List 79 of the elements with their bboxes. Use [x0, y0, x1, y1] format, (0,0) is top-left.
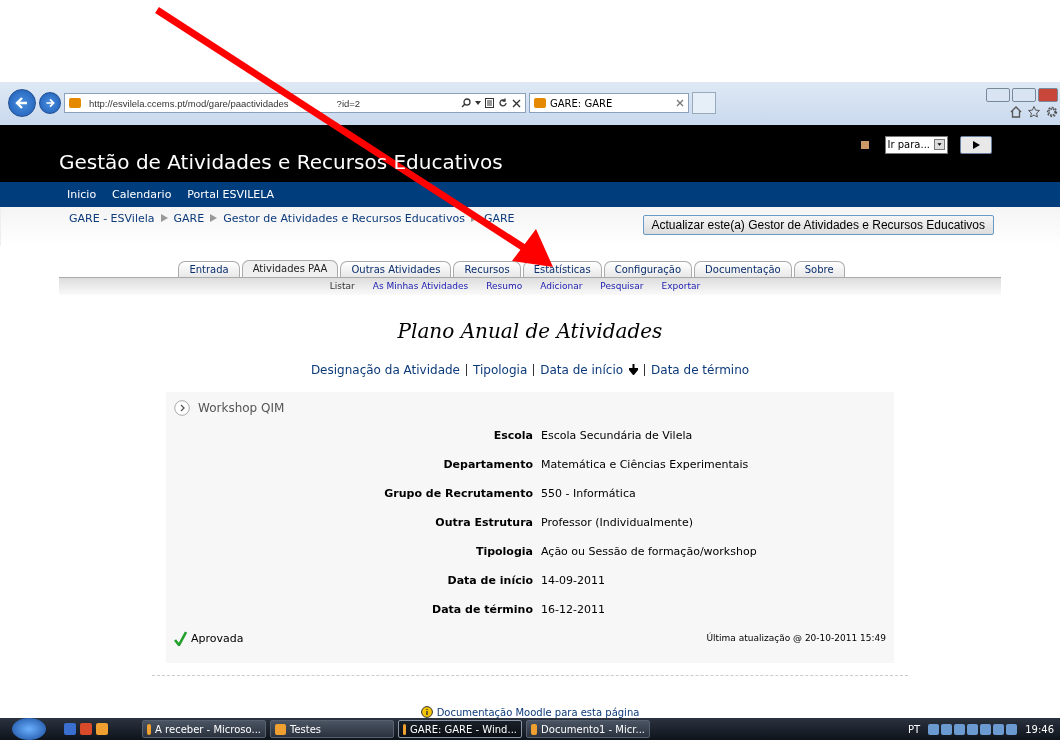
nav-link[interactable]: Calendario — [112, 187, 172, 201]
field-label: Data de início — [446, 572, 533, 588]
sort-link[interactable]: Designação da Atividade — [310, 362, 460, 377]
documentation-link[interactable]: Documentação Moodle para esta página — [436, 706, 640, 718]
forward-button[interactable] — [39, 92, 61, 115]
jump-select[interactable]: Ir para... — [884, 135, 948, 154]
sort-link[interactable]: Tipologia — [473, 362, 528, 377]
breadcrumb-link[interactable]: GARE - ESVilela — [69, 211, 155, 225]
last-updated-text: Última atualização @ 20-10-2011 15:49 — [706, 633, 886, 643]
clock[interactable]: 19:46 — [1025, 723, 1054, 735]
subtab-link[interactable]: Adicionar — [540, 281, 583, 292]
taskbar-button[interactable]: A receber - Microso... — [142, 720, 266, 738]
back-button[interactable] — [8, 89, 36, 118]
language-indicator[interactable]: PT — [908, 723, 921, 735]
field-label: Outra Estrutura — [434, 514, 533, 530]
right-arrow-icon — [45, 98, 55, 109]
field-value: Ação ou Sessão de formação/workshop — [541, 543, 758, 559]
quick-launch-icon[interactable] — [96, 723, 108, 735]
site-title: Gestão de Atividades e Recursos Educativos — [59, 149, 503, 176]
star-icon[interactable] — [1028, 106, 1040, 119]
home-icon[interactable] — [1010, 106, 1022, 119]
page-icon[interactable] — [485, 98, 494, 109]
taskbar-button[interactable]: GARE: GARE - Wind... — [398, 720, 522, 738]
refresh-icon[interactable] — [498, 98, 508, 109]
dropdown-caret-icon[interactable] — [475, 101, 481, 106]
breadcrumb-separator-icon — [160, 214, 168, 223]
rss-icon[interactable] — [860, 140, 869, 149]
subtab-link[interactable]: Exportar — [661, 281, 701, 292]
nav-link[interactable]: Portal ESVILELA — [187, 187, 275, 201]
field-value: Escola Secundária de Vilela — [541, 427, 694, 443]
play-icon — [972, 140, 980, 149]
browser-tab[interactable]: GARE: GARE — [529, 93, 689, 114]
site-logo-icon — [69, 98, 81, 109]
dropdown-caret-icon[interactable] — [934, 139, 945, 151]
info-icon — [420, 706, 433, 718]
field-label: Escola — [492, 427, 533, 443]
breadcrumb-link[interactable]: Gestor de Atividades e Recursos Educativos — [223, 211, 465, 225]
tab[interactable]: Configuração — [603, 260, 693, 277]
expand-chevron-icon[interactable] — [174, 399, 190, 416]
field-value: Matemática e Ciências Experimentais — [541, 456, 750, 472]
search-icon[interactable] — [461, 98, 471, 109]
start-button[interactable] — [12, 718, 46, 740]
update-button[interactable]: Actualizar este(a) Gestor de Atividades e Recursos Educativos — [642, 214, 994, 235]
nav-link[interactable]: Inicio — [67, 187, 97, 201]
window-controls-icon[interactable] — [986, 88, 1058, 103]
subtab-link[interactable]: As Minhas Atividades — [372, 281, 469, 292]
left-arrow-icon — [15, 96, 29, 111]
field-label: Tipologia — [474, 543, 533, 559]
subtab-link[interactable]: Listar — [329, 281, 355, 292]
site-logo-icon — [534, 98, 546, 109]
sort-link[interactable]: Data de início — [540, 362, 624, 377]
field-value: Professor (Individualmente) — [541, 514, 694, 530]
tab[interactable]: Recursos — [453, 260, 521, 277]
address-bar[interactable]: http://esvilela.ccems.pt/mod/gare/paactividades ?id=2 — [64, 93, 526, 114]
activity-title: Workshop QIM — [198, 400, 285, 415]
breadcrumb-separator-icon — [210, 214, 218, 223]
taskbar-button[interactable]: Testes — [270, 720, 394, 738]
tab[interactable]: Entrada — [178, 260, 240, 277]
page-title: Plano Anual de Atividades — [396, 318, 664, 345]
sort-link[interactable]: Data de término — [651, 362, 750, 377]
taskbar-button[interactable]: Documento1 - Micr... — [526, 720, 650, 738]
tab[interactable]: Documentação — [694, 260, 792, 277]
subtab-link[interactable]: Resumo — [486, 281, 523, 292]
tab[interactable]: Sobre — [793, 260, 845, 277]
tab[interactable]: Outras Atividades — [340, 260, 452, 277]
field-label: Departamento — [442, 456, 533, 472]
field-value: 16-12-2011 — [541, 601, 606, 617]
field-label: Grupo de Recrutamento — [383, 485, 533, 501]
field-value: 14-09-2011 — [541, 572, 606, 588]
settings-icon[interactable] — [1046, 106, 1058, 119]
go-button[interactable] — [960, 135, 992, 154]
subtab-link[interactable]: Pesquisar — [600, 281, 644, 292]
tray-icons-drawing[interactable] — [928, 723, 1018, 735]
tab[interactable]: Atividades PAA — [241, 259, 339, 277]
close-icon[interactable] — [512, 98, 521, 108]
field-value: 550 - Informática — [541, 485, 637, 501]
status-text: Aprovada — [191, 631, 244, 645]
field-label: Data de término — [431, 601, 533, 617]
breadcrumb-link[interactable]: GARE — [173, 211, 205, 225]
